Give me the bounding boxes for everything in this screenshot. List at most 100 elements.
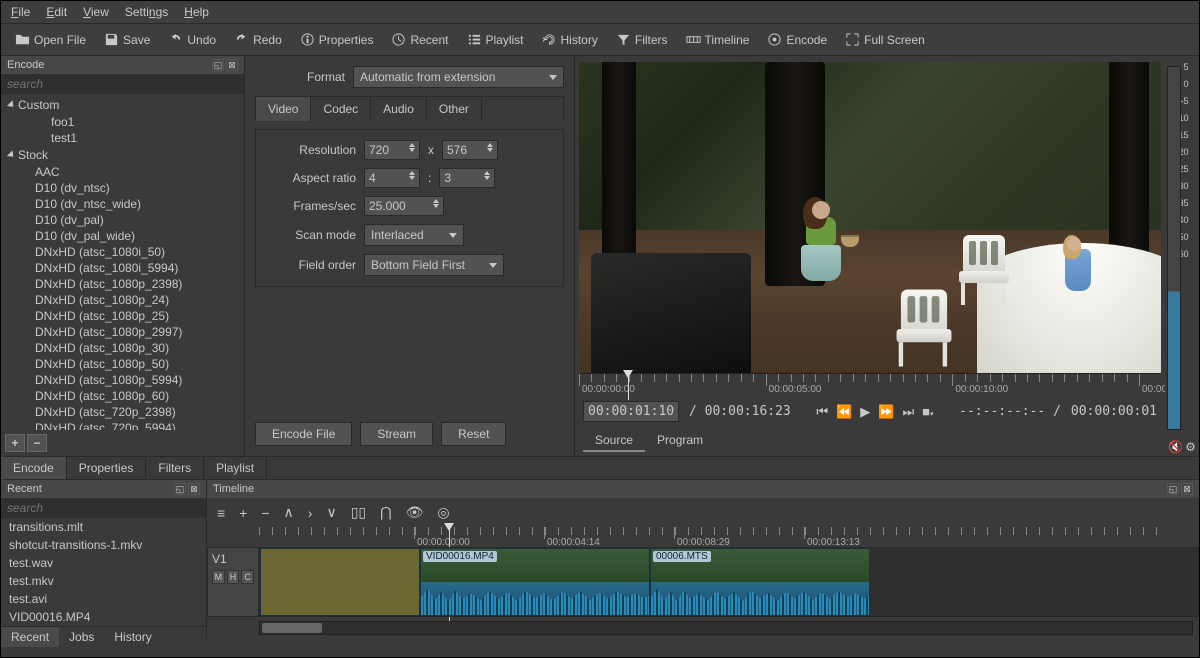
timeline-clip[interactable] [260,548,420,616]
encode-button[interactable]: Encode [761,28,833,51]
preset-item[interactable]: D10 (dv_ntsc) [1,180,244,196]
fullscreen-button[interactable]: Full Screen [839,28,931,51]
preset-item[interactable]: DNxHD (atsc_720p_2398) [1,404,244,420]
insert-icon[interactable]: › [308,505,313,521]
encode-file-button[interactable]: Encode File [255,422,352,446]
info-button[interactable]: Properties [294,28,380,51]
preset-item[interactable]: DNxHD (atsc_1080i_50) [1,244,244,260]
encode-tab-other[interactable]: Other [427,97,482,121]
encode-tab-audio[interactable]: Audio [371,97,427,121]
panel-float-icon[interactable]: ◱ [212,59,224,71]
timeline-scrollbar[interactable] [259,621,1193,635]
timecode-input[interactable] [583,401,679,422]
bottom-tab-encode[interactable]: Encode [1,457,67,479]
preset-item[interactable]: DNxHD (atsc_1080p_25) [1,308,244,324]
recent-tab-jobs[interactable]: Jobs [59,627,104,647]
preset-item[interactable]: D10 (dv_pal_wide) [1,228,244,244]
split-icon[interactable]: ▯▯ [351,504,366,521]
source-tab[interactable]: Source [583,430,645,452]
preset-item[interactable]: test1 [1,130,244,146]
rewind-button[interactable]: ⏪ [836,404,852,420]
format-dropdown[interactable]: Automatic from extension [353,66,564,88]
aspect-w-input[interactable] [364,168,420,188]
panel-close-icon[interactable]: ⊠ [188,483,200,495]
preset-group[interactable]: Stock [1,146,244,164]
fps-input[interactable] [364,196,444,216]
snap-icon[interactable]: ⋂ [380,504,391,521]
preset-item[interactable]: DNxHD (atsc_1080p_2997) [1,324,244,340]
recent-item[interactable]: test.wav [1,554,206,572]
preset-item[interactable]: DNxHD (atsc_1080p_5994) [1,372,244,388]
undo-button[interactable]: Undo [162,28,222,51]
menu-view[interactable]: View [83,5,109,19]
preset-item[interactable]: D10 (dv_pal) [1,212,244,228]
recent-tab-recent[interactable]: Recent [1,627,59,647]
preset-item[interactable]: DNxHD (atsc_1080i_5994) [1,260,244,276]
recent-button[interactable]: Recent [385,28,454,51]
ripple-icon[interactable]: ◎ [437,504,449,521]
resolution-height-input[interactable] [442,140,498,160]
fast-forward-button[interactable]: ⏩ [878,404,894,420]
menu-edit[interactable]: Edit [46,5,67,19]
add-icon[interactable]: + [239,505,247,521]
history-button[interactable]: History [536,28,604,51]
recent-item[interactable]: test.mkv [1,572,206,590]
track-h-button[interactable]: H [227,570,240,584]
remove-icon[interactable]: − [261,505,269,521]
stream-button[interactable]: Stream [360,422,433,446]
preset-item[interactable]: DNxHD (atsc_1080p_24) [1,292,244,308]
bottom-tab-playlist[interactable]: Playlist [204,457,267,479]
timeline-clip[interactable]: 00006.MTS [650,548,870,616]
settings-icon[interactable]: ⚙ [1185,440,1196,454]
remove-preset-button[interactable]: − [27,434,47,452]
preset-group[interactable]: Custom [1,96,244,114]
recent-item[interactable]: transitions.mlt [1,518,206,536]
track-c-button[interactable]: C [241,570,254,584]
aspect-h-input[interactable] [439,168,495,188]
scrub-icon[interactable]: 👁 [406,504,424,521]
add-preset-button[interactable]: + [5,434,25,452]
preset-item[interactable]: AAC [1,164,244,180]
resolution-width-input[interactable] [364,140,420,160]
panel-close-icon[interactable]: ⊠ [1181,483,1193,495]
recent-item[interactable]: VID00016.MP4 [1,608,206,626]
track-m-button[interactable]: M [212,570,225,584]
filter-button[interactable]: Filters [610,28,674,51]
timeline-button[interactable]: Timeline [680,28,756,51]
recent-search-input[interactable] [1,498,206,518]
recent-tab-history[interactable]: History [104,627,161,647]
scan-dropdown[interactable]: Interlaced [364,224,464,246]
preview-video[interactable] [579,62,1161,373]
timeline-clip[interactable]: VID00016.MP4 [420,548,650,616]
bottom-tab-properties[interactable]: Properties [67,457,147,479]
menu-settings[interactable]: Settings [125,5,168,19]
timeline-ruler[interactable]: 00:00:00:0000:00:04:1400:00:08:2900:00:1… [259,527,1199,547]
preset-item[interactable]: D10 (dv_ntsc_wide) [1,196,244,212]
preset-item[interactable]: DNxHD (atsc_1080p_50) [1,356,244,372]
track-header[interactable]: V1 MHC [207,547,259,617]
menu-file[interactable]: File [11,5,30,19]
preset-item[interactable]: foo1 [1,114,244,130]
open-button[interactable]: Open File [9,28,92,51]
encode-tab-video[interactable]: Video [256,97,311,121]
recent-item[interactable]: test.avi [1,590,206,608]
menu-icon[interactable]: ≡ [217,505,225,521]
recent-item[interactable]: shotcut-transitions-1.mkv [1,536,206,554]
reset-button[interactable]: Reset [441,422,506,446]
preset-item[interactable]: DNxHD (atsc_720p_5994) [1,420,244,430]
save-button[interactable]: Save [98,28,156,51]
panel-float-icon[interactable]: ◱ [174,483,186,495]
encode-tab-codec[interactable]: Codec [311,97,371,121]
timeline-track[interactable]: VID00016.MP400006.MTS [259,547,1199,617]
panel-close-icon[interactable]: ⊠ [226,59,238,71]
preview-ruler[interactable]: 00:00:00:0000:00:05:0000:00:10:0000:00:1… [579,373,1161,397]
play-button[interactable]: ▶ [860,404,870,420]
preset-item[interactable]: DNxHD (atsc_1080p_2398) [1,276,244,292]
panel-float-icon[interactable]: ◱ [1167,483,1179,495]
skip-start-button[interactable]: ⏮ [816,404,828,420]
field-dropdown[interactable]: Bottom Field First [364,254,504,276]
mute-icon[interactable]: 🔇 [1168,440,1183,454]
program-tab[interactable]: Program [645,430,715,452]
scrollbar-thumb[interactable] [262,623,322,633]
lift-icon[interactable]: ∧ [284,504,294,521]
